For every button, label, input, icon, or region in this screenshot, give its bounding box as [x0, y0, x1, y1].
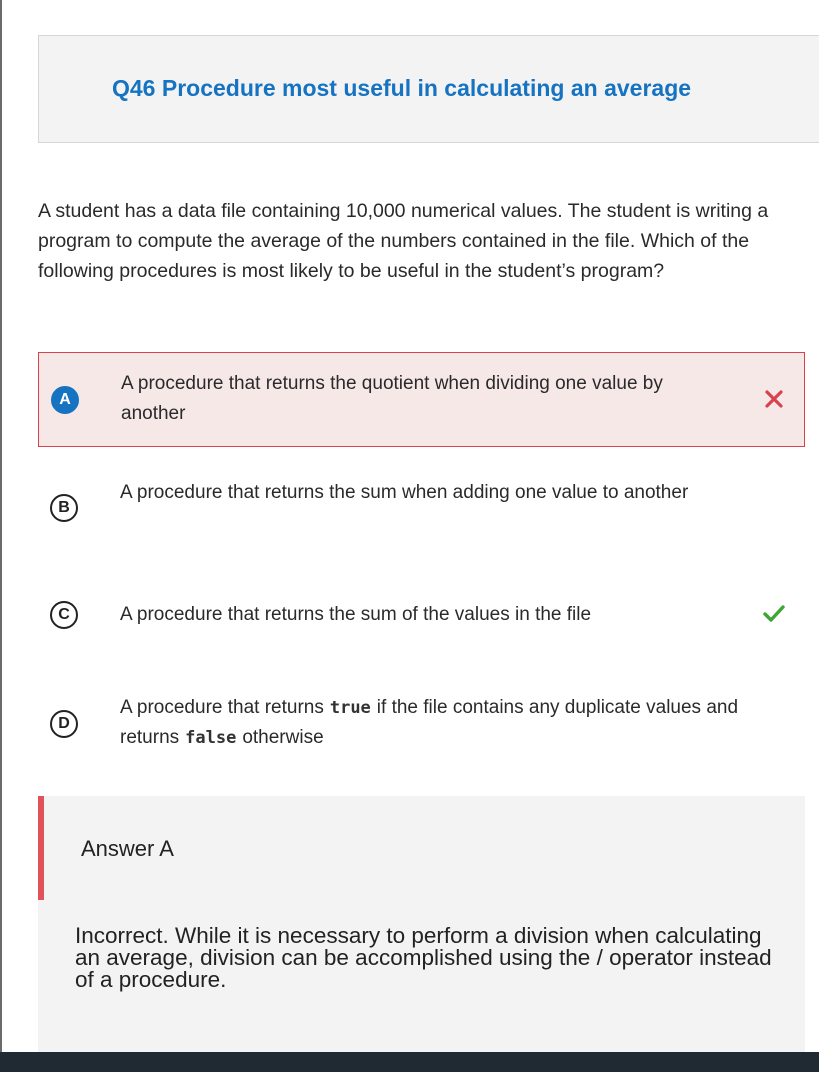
code-true: true — [329, 698, 371, 718]
x-icon — [763, 388, 785, 410]
option-b-text: A procedure that returns the sum when ad… — [120, 482, 689, 503]
option-d-letter-badge: D — [50, 710, 78, 738]
option-c-letter-badge: C — [50, 601, 78, 629]
answer-panel: Answer A Incorrect. While it is necessar… — [38, 796, 805, 1056]
left-border — [0, 0, 2, 1055]
question-stem: A student has a data file containing 10,… — [38, 200, 769, 282]
option-d-text-before: A procedure that returns — [120, 697, 324, 718]
option-a[interactable]: A A procedure that returns the quotient … — [38, 352, 805, 447]
checkmark-icon — [763, 603, 785, 625]
answer-title: Answer A — [81, 836, 174, 861]
code-false: false — [185, 728, 237, 748]
option-d[interactable]: D A procedure that returns true if the fil… — [38, 678, 805, 773]
option-d-text: A procedure that returns true if the file … — [120, 693, 740, 753]
option-c-text: A procedure that returns the sum of the … — [120, 604, 592, 625]
option-d-text-after: otherwise — [242, 727, 324, 748]
option-c[interactable]: C A procedure that returns the sum of th… — [38, 585, 805, 645]
option-a-letter-badge: A — [51, 386, 79, 414]
option-b-letter-badge: B — [50, 494, 78, 522]
question-header: Q46 Procedure most useful in calculating… — [38, 35, 819, 143]
option-b[interactable]: B A procedure that returns the sum when … — [38, 462, 805, 557]
option-a-text: A procedure that returns the quotient wh… — [121, 373, 663, 424]
question-title: Q46 Procedure most useful in calculating… — [112, 75, 692, 101]
bottom-bar — [0, 1052, 819, 1072]
answer-status-stripe — [38, 796, 44, 900]
answer-explanation: Incorrect. While it is necessary to perf… — [75, 923, 772, 992]
